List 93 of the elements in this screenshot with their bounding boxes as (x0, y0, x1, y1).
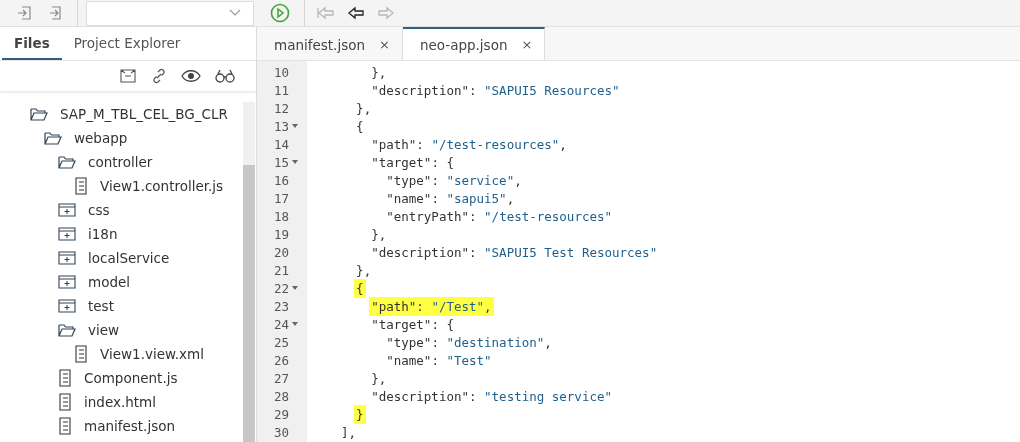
editor-tab[interactable]: manifest.json × (257, 27, 403, 60)
folder-plus-icon[interactable] (58, 299, 76, 313)
link-icon[interactable] (151, 68, 167, 84)
line-number: 26 (273, 352, 289, 368)
line-number: 21 (273, 262, 289, 278)
document-icon (74, 177, 88, 195)
code-text: "description": "SAPUI5 Test Resources" (370, 243, 659, 262)
code-text: }, (370, 369, 388, 388)
panel-tab[interactable]: Project Explorer (61, 27, 193, 60)
code-text: "path": "/test-resources", (370, 135, 568, 154)
code-text: { (355, 117, 365, 136)
fold-caret-icon[interactable] (292, 322, 298, 326)
tree-item[interactable]: View1.controller.js (100, 178, 224, 194)
tree-item[interactable]: SAP_M_TBL_CEL_BG_CLR (60, 106, 228, 122)
code-text: "name": "sapui5", (385, 189, 516, 208)
code-text: "path": "/Test", (369, 296, 494, 316)
document-icon (58, 417, 72, 435)
code-text: "name": "Test" (385, 351, 493, 370)
code-text: "target": { (370, 315, 455, 334)
code-text: }, (355, 99, 373, 118)
tree-item[interactable]: localService (88, 250, 170, 266)
line-number: 17 (273, 190, 289, 206)
line-number: 29 (273, 406, 289, 422)
tree-item[interactable]: index.html (84, 394, 156, 410)
tree-item[interactable]: View1.view.xml (100, 346, 204, 362)
tree-item[interactable]: model (88, 274, 131, 290)
fold-caret-icon[interactable] (292, 160, 298, 164)
line-number: 12 (273, 100, 289, 116)
line-number: 14 (273, 136, 289, 152)
code-text: { (354, 278, 366, 298)
line-number: 25 (273, 334, 289, 350)
fold-caret-icon[interactable] (292, 124, 298, 128)
tree-item[interactable]: test (88, 298, 114, 314)
scrollbar-thumb[interactable] (243, 165, 255, 442)
code-text: "entryPath": "/test-resources" (385, 207, 613, 226)
code-text: ], (340, 423, 358, 442)
open-folder-icon[interactable] (58, 323, 76, 337)
code-text: }, (370, 225, 388, 244)
code-text: "description": "testing service" (370, 387, 613, 406)
line-number: 30 (273, 424, 289, 440)
tab-label: neo-app.json (419, 36, 508, 53)
import-icon[interactable] (17, 5, 33, 21)
tree-item[interactable]: controller (88, 154, 153, 170)
document-icon (58, 393, 72, 411)
folder-plus-icon[interactable] (58, 251, 76, 265)
run-icon[interactable] (270, 3, 290, 23)
binoculars-icon[interactable] (215, 69, 235, 83)
eye-icon[interactable] (181, 69, 201, 83)
open-folder-icon[interactable] (30, 107, 48, 121)
line-number: 10 (273, 64, 289, 80)
close-tab-button[interactable]: × (521, 37, 533, 52)
back-arrow-icon[interactable] (347, 6, 365, 20)
close-tab-button[interactable]: × (379, 37, 390, 52)
line-number: 23 (273, 298, 289, 314)
line-number: 13 (273, 118, 289, 134)
chevron-down-icon (229, 9, 241, 17)
line-number: 27 (273, 370, 289, 386)
code-text: }, (370, 63, 388, 82)
code-text: "description": "SAPUI5 Resources" (370, 81, 621, 100)
tab-label: manifest.json (274, 36, 365, 53)
tree-item[interactable]: manifest.json (84, 418, 175, 434)
folder-plus-icon[interactable] (58, 227, 76, 241)
line-number: 20 (273, 244, 289, 260)
line-number: 18 (273, 208, 289, 224)
open-folder-icon[interactable] (58, 155, 76, 169)
line-number: 22 (273, 280, 289, 296)
fold-caret-icon[interactable] (292, 286, 298, 290)
tree-item[interactable]: Component.js (84, 370, 178, 386)
code-text: "type": "service", (385, 171, 523, 190)
folder-plus-icon[interactable] (58, 203, 76, 217)
code-text: }, (355, 261, 373, 280)
document-icon (74, 345, 88, 363)
tree-item[interactable]: css (88, 202, 110, 218)
open-folder-icon[interactable] (44, 131, 62, 145)
collapse-all-icon[interactable] (119, 68, 137, 84)
code-text: "type": "destination", (385, 333, 553, 352)
line-number: 15 (273, 154, 289, 170)
document-icon (58, 369, 72, 387)
line-number: 28 (273, 388, 289, 404)
tree-item[interactable]: webapp (74, 130, 128, 146)
line-number: 11 (273, 82, 289, 98)
line-number: 24 (273, 316, 289, 332)
export-icon[interactable] (47, 5, 63, 21)
tree-item[interactable]: i18n (88, 226, 118, 242)
code-text: "target": { (370, 153, 455, 172)
panel-tab[interactable]: Files (2, 27, 62, 60)
line-number: 16 (273, 172, 289, 188)
line-number: 19 (273, 226, 289, 242)
code-text: } (354, 404, 366, 424)
folder-plus-icon[interactable] (58, 275, 76, 289)
editor-tab[interactable]: neo-app.json × (402, 27, 546, 60)
tree-item[interactable]: view (88, 322, 120, 338)
scrollbar[interactable] (243, 102, 255, 442)
